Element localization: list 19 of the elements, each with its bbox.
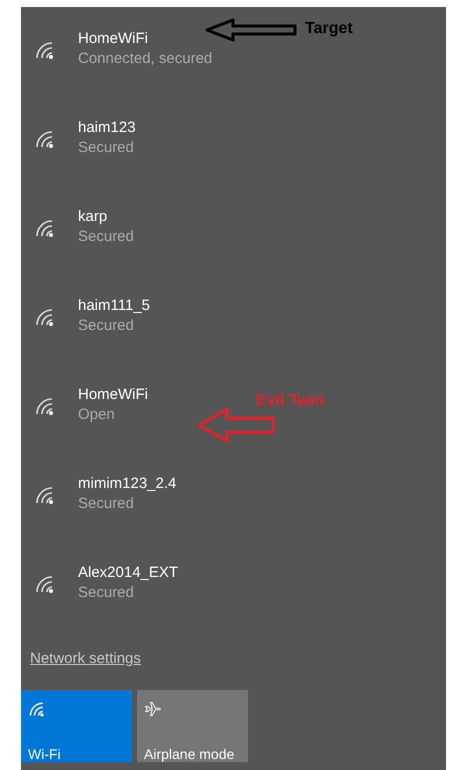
annotation-label: Target [305, 20, 353, 38]
annotation-label: Evil Twin [256, 392, 324, 410]
airplane-tile[interactable]: Airplane mode [137, 690, 248, 762]
network-name[interactable]: HomeWiFi [78, 29, 148, 49]
network-name[interactable]: karp [78, 207, 108, 227]
network-status: Secured [78, 138, 134, 158]
network-name[interactable]: haim111_5 [78, 296, 150, 316]
network-name[interactable]: haim123 [78, 118, 136, 138]
network-status: Secured [78, 583, 134, 603]
network-name[interactable]: HomeWiFi [78, 385, 148, 405]
network-status: Secured [78, 227, 134, 247]
network-status: Secured [78, 494, 134, 514]
network-status: Connected, secured [78, 49, 212, 69]
network-status: Open [78, 405, 115, 425]
network-settings-link[interactable]: Network settings [30, 650, 141, 667]
network-name[interactable]: Alex2014_EXT [78, 563, 178, 583]
network-name[interactable]: mimim123_2.4 [78, 474, 176, 494]
wifi-tile[interactable]: Wi-Fi [21, 690, 132, 762]
network-status: Secured [78, 316, 134, 336]
